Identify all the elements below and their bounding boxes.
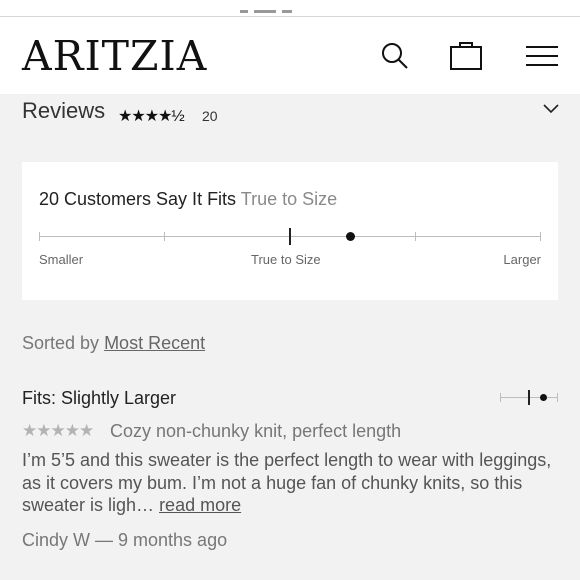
rating-stars: ★★★★½	[118, 108, 185, 125]
mini-scale-tick	[500, 393, 501, 402]
browser-top-strip	[0, 0, 580, 17]
fit-heading-text: 20 Customers Say It Fits	[39, 189, 237, 209]
previous-content-peek	[240, 0, 330, 13]
fit-scale-tick	[164, 232, 165, 241]
menu-icon[interactable]	[524, 39, 560, 73]
sort-control: Sorted by Most Recent	[22, 333, 205, 354]
mini-scale-tick	[557, 393, 558, 402]
fit-scale-tick	[540, 232, 541, 241]
review-body: I’m 5’5 and this sweater is the perfect …	[22, 449, 562, 517]
fit-scale-tick	[39, 232, 40, 241]
aritzia-logo[interactable]: ARITZIA	[22, 33, 207, 79]
sort-selector-link[interactable]: Most Recent	[104, 333, 205, 353]
scale-label-true-to-size: True to Size	[251, 252, 321, 267]
fit-scale-center-tick	[289, 228, 291, 245]
shopping-bag-icon[interactable]	[448, 39, 484, 73]
search-icon[interactable]	[377, 39, 413, 73]
scale-label-smaller: Smaller	[39, 252, 84, 267]
fit-heading: 20 Customers Say It Fits True to Size	[39, 189, 337, 210]
fit-scale	[39, 228, 541, 245]
fit-verdict: True to Size	[240, 189, 338, 209]
fit-summary-card: 20 Customers Say It Fits True to Size Sm…	[22, 162, 558, 300]
read-more-link[interactable]: read more	[159, 495, 241, 515]
chevron-down-icon[interactable]	[542, 102, 560, 116]
review-body-text: I’m 5’5 and this sweater is the perfect …	[22, 450, 552, 515]
fit-position-marker	[345, 232, 355, 241]
review-count: 20	[202, 108, 218, 124]
review-fit-mini-scale	[500, 390, 558, 405]
mini-scale-center-tick	[528, 390, 530, 405]
review-stars: ★★★★★	[22, 421, 94, 440]
mini-scale-marker	[540, 394, 547, 401]
review-title: Cozy non-chunky knit, perfect length	[110, 421, 402, 441]
reviews-title: Reviews	[22, 98, 106, 123]
fit-scale-tick	[415, 232, 416, 241]
reviews-header[interactable]: Reviews ★★★★½ 20	[22, 98, 562, 130]
review-author: Cindy W — 9 months ago	[22, 530, 228, 550]
site-header: ARITZIA	[0, 17, 580, 94]
review-fit-label: Fits: Slightly Larger	[22, 388, 177, 408]
sort-prefix: Sorted by	[22, 333, 100, 353]
scale-label-larger: Larger	[503, 252, 541, 267]
